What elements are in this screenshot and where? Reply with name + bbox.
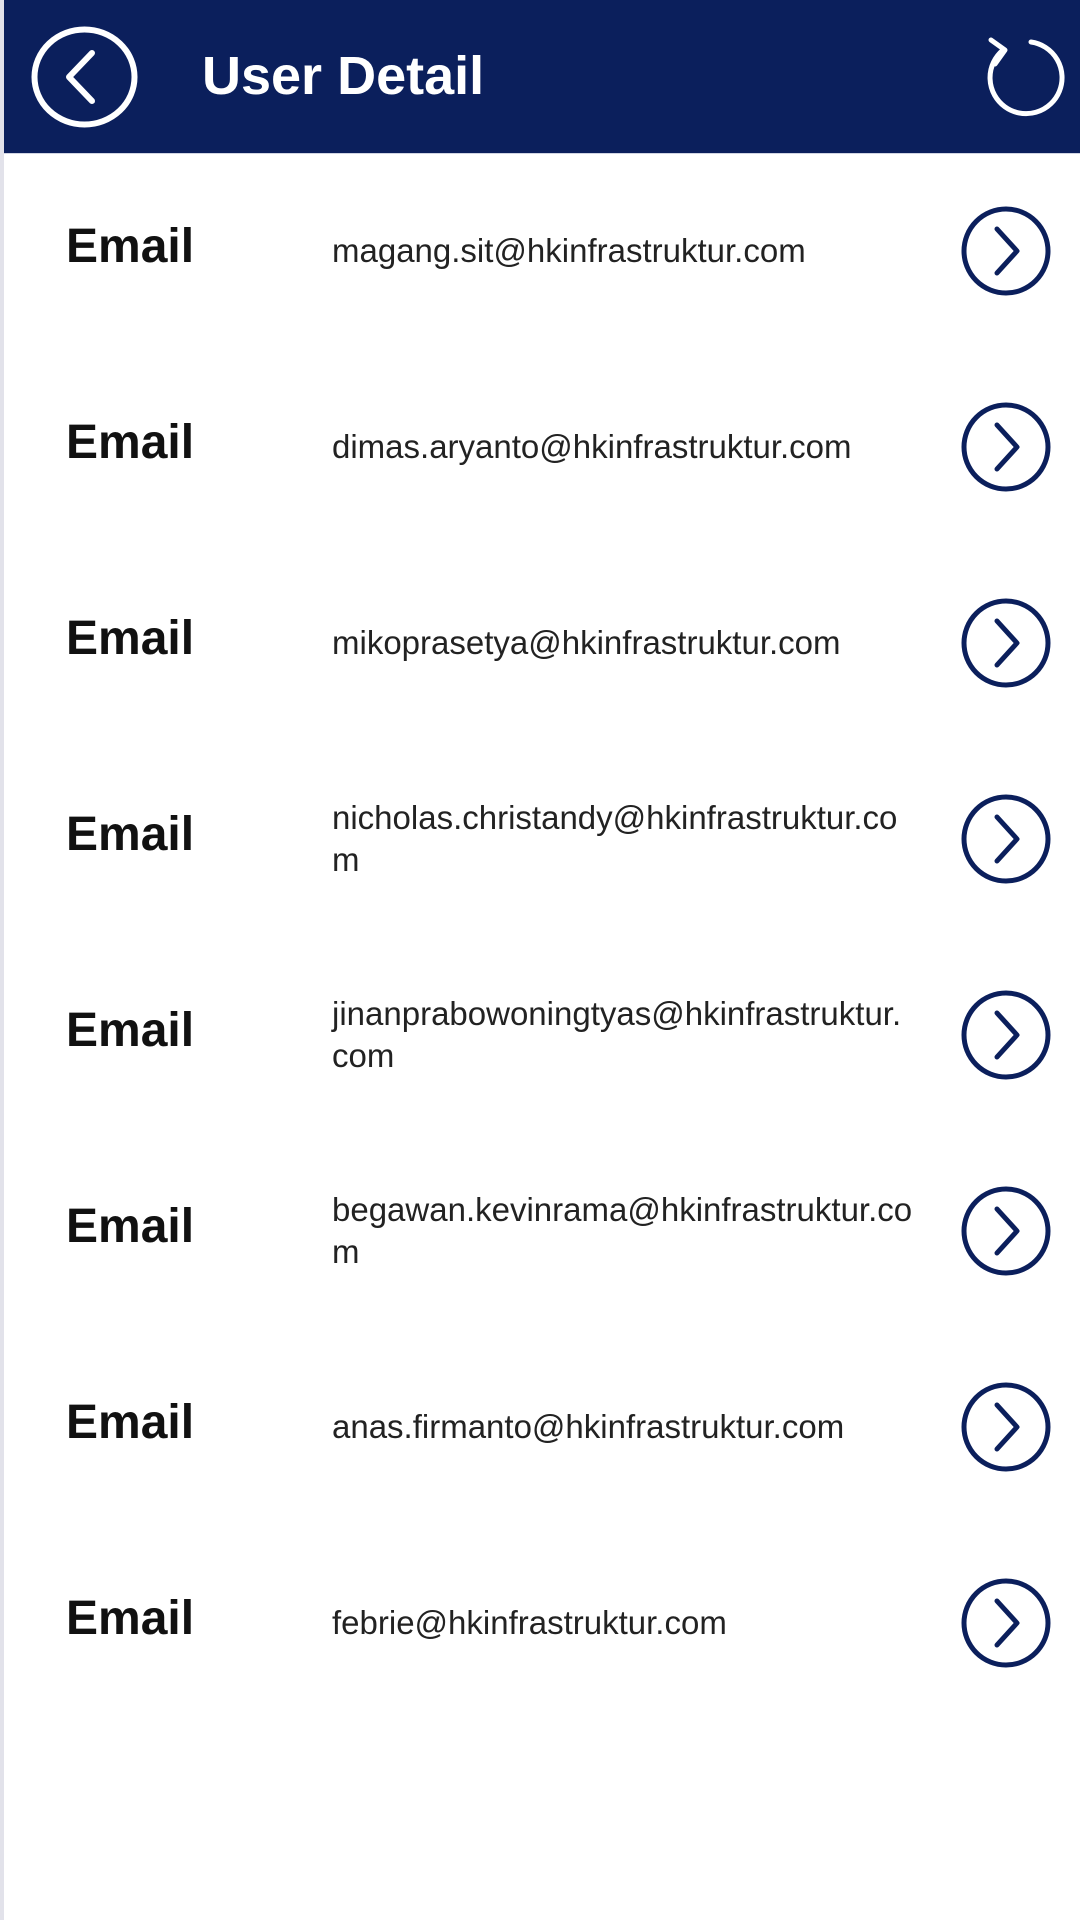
refresh-icon (987, 37, 1065, 117)
email-value: nicholas.christandy@hkinfrastruktur.com (332, 799, 898, 878)
page-title: User Detail (202, 46, 485, 106)
app-screen: User Detail Email magang.sit@hkinfrastru… (0, 0, 1080, 1920)
email-label: Email (66, 1592, 195, 1645)
list-item[interactable]: Email magang.sit@hkinfrastruktur.com (4, 153, 1080, 349)
email-label: Email (66, 808, 195, 861)
open-detail-button[interactable] (960, 1577, 1052, 1669)
chevron-right-circle-icon (961, 1186, 1051, 1276)
email-label: Email (66, 1396, 195, 1449)
email-value: anas.firmanto@hkinfrastruktur.com (332, 1408, 845, 1445)
chevron-right-circle-icon (961, 598, 1051, 688)
email-value: dimas.aryanto@hkinfrastruktur.com (332, 428, 852, 465)
list-item[interactable]: Email mikoprasetya@hkinfrastruktur.com (4, 545, 1080, 741)
chevron-right-circle-icon (961, 990, 1051, 1080)
chevron-right-circle-icon (961, 402, 1051, 492)
open-detail-button[interactable] (960, 597, 1052, 689)
open-detail-button[interactable] (960, 989, 1052, 1081)
chevron-right-circle-icon (961, 1578, 1051, 1668)
list-item[interactable]: Email dimas.aryanto@hkinfrastruktur.com (4, 349, 1080, 545)
open-detail-button[interactable] (960, 401, 1052, 493)
email-value: magang.sit@hkinfrastruktur.com (332, 232, 806, 269)
open-detail-button[interactable] (960, 793, 1052, 885)
open-detail-button[interactable] (960, 205, 1052, 297)
email-label: Email (66, 612, 195, 665)
list-item[interactable]: Email jinanprabowoningtyas@hkinfrastrukt… (4, 937, 1080, 1133)
email-value: febrie@hkinfrastruktur.com (332, 1604, 727, 1641)
open-detail-button[interactable] (960, 1185, 1052, 1277)
user-email-list: Email magang.sit@hkinfrastruktur.com Ema… (4, 153, 1080, 1721)
email-value: begawan.kevinrama@hkinfrastruktur.com (332, 1191, 913, 1270)
list-item[interactable]: Email begawan.kevinrama@hkinfrastruktur.… (4, 1133, 1080, 1329)
chevron-right-circle-icon (961, 1382, 1051, 1472)
list-item[interactable]: Email anas.firmanto@hkinfrastruktur.com (4, 1329, 1080, 1525)
chevron-right-circle-icon (961, 794, 1051, 884)
email-label: Email (66, 1004, 195, 1057)
list-item[interactable]: Email febrie@hkinfrastruktur.com (4, 1525, 1080, 1721)
chevron-left-circle-icon (31, 26, 138, 128)
refresh-button[interactable] (981, 30, 1065, 120)
back-button[interactable] (30, 25, 139, 129)
email-value: jinanprabowoningtyas@hkinfrastruktur.com (332, 995, 902, 1074)
email-label: Email (66, 416, 195, 469)
email-label: Email (66, 1200, 195, 1253)
open-detail-button[interactable] (960, 1381, 1052, 1473)
list-item[interactable]: Email nicholas.christandy@hkinfrastruktu… (4, 741, 1080, 937)
email-label: Email (66, 220, 195, 273)
email-value: mikoprasetya@hkinfrastruktur.com (332, 624, 841, 661)
chevron-right-circle-icon (961, 206, 1051, 296)
header-bar: User Detail (4, 0, 1080, 154)
